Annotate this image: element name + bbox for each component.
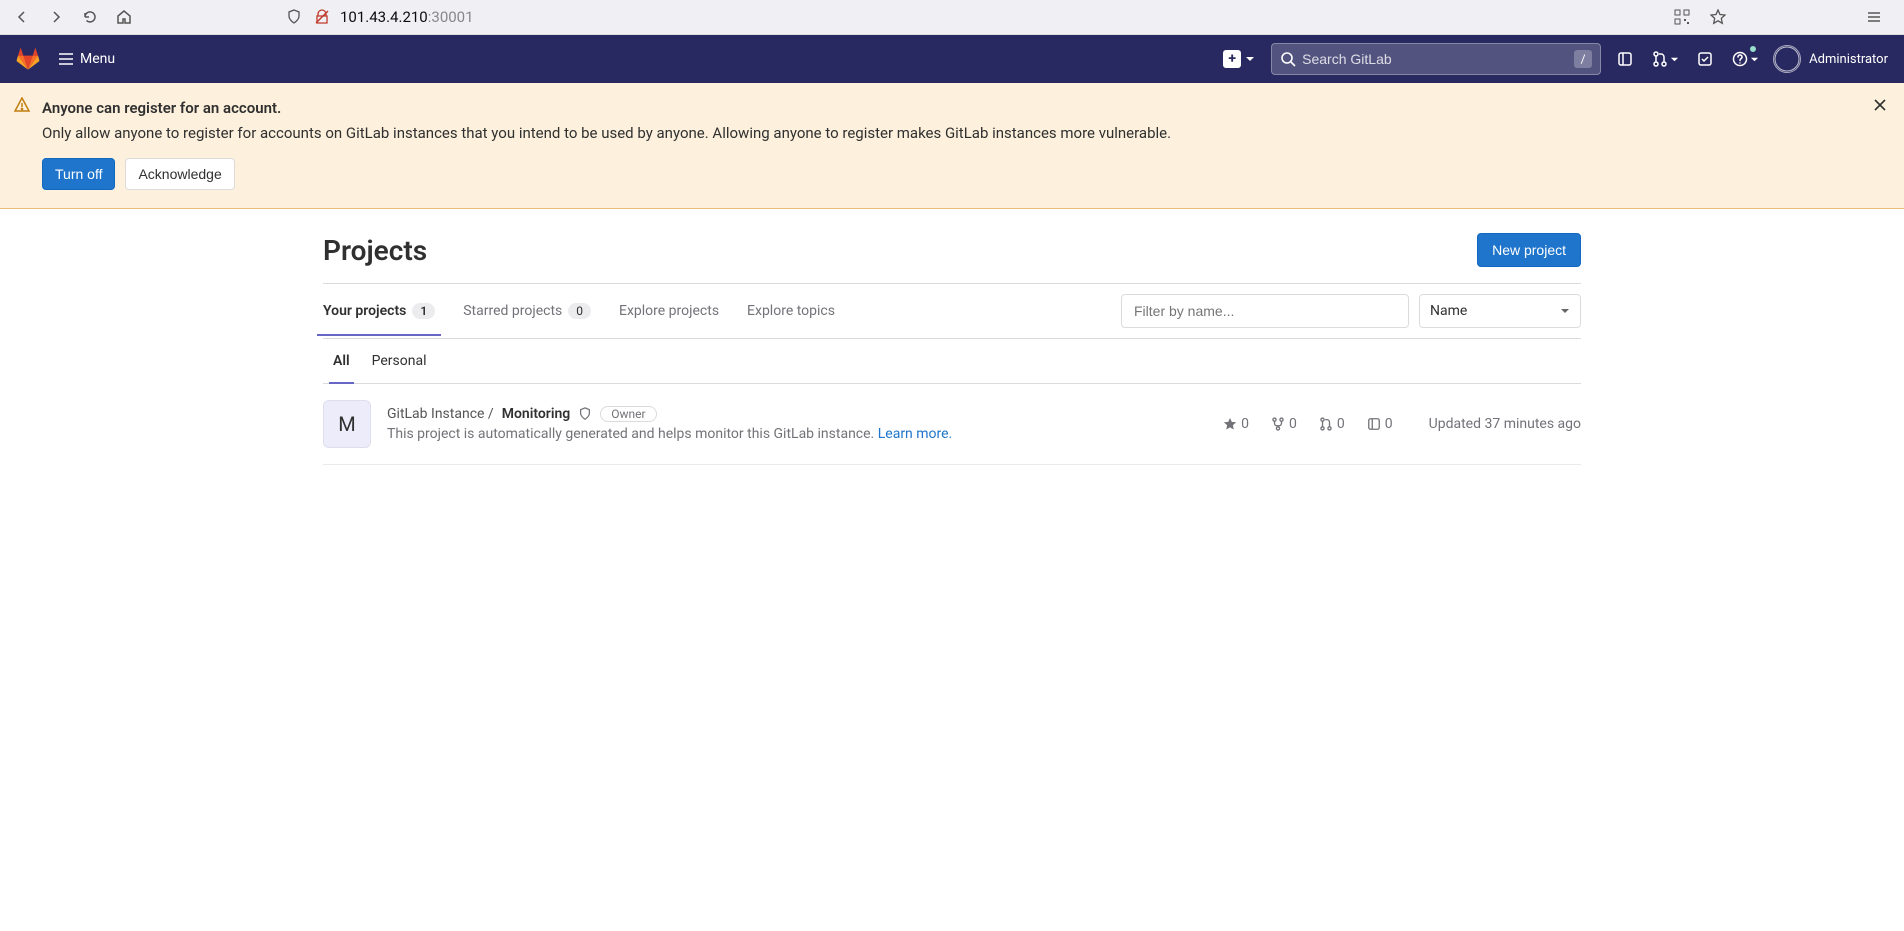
subtab-personal[interactable]: Personal	[372, 339, 427, 383]
search-input[interactable]	[1296, 51, 1574, 67]
issues-icon	[1617, 51, 1633, 67]
tab-explore-projects[interactable]: Explore projects	[619, 287, 719, 335]
chevron-down-icon	[1245, 54, 1255, 64]
tab-your-projects[interactable]: Your projects 1	[323, 287, 435, 335]
notification-dot	[1749, 45, 1757, 53]
sort-label: Name	[1430, 303, 1467, 319]
main-container: Projects New project Your projects 1 Sta…	[307, 209, 1597, 489]
help-dropdown[interactable]	[1729, 47, 1761, 71]
arrow-right-icon	[48, 9, 64, 25]
project-avatar: M	[323, 400, 371, 448]
subtab-all[interactable]: All	[333, 339, 350, 383]
project-name[interactable]: Monitoring	[502, 406, 571, 422]
merge-requests-dropdown[interactable]	[1649, 47, 1681, 71]
page-title: Projects	[323, 234, 427, 267]
stat-stars[interactable]: 0	[1223, 416, 1249, 432]
search-icon	[1280, 51, 1296, 67]
browser-home-button[interactable]	[110, 3, 138, 31]
stat-merge-requests[interactable]: 0	[1319, 416, 1345, 432]
issues-link[interactable]	[1613, 47, 1637, 71]
merge-request-icon	[1652, 51, 1668, 67]
visibility-internal-icon	[578, 407, 592, 421]
tab-count: 0	[568, 303, 591, 319]
url-bar[interactable]: 101.43.4.210:30001	[284, 7, 1662, 27]
menu-label: Menu	[80, 51, 115, 67]
reload-icon	[82, 9, 98, 25]
shield-icon	[284, 7, 304, 27]
new-project-button[interactable]: New project	[1477, 233, 1581, 267]
merge-request-icon	[1319, 417, 1333, 431]
fork-icon	[1271, 417, 1285, 431]
tab-label: Your projects	[323, 303, 406, 319]
project-stats: 0 0 0 0	[1223, 416, 1393, 432]
menu-button[interactable]: Menu	[50, 47, 123, 71]
issues-icon	[1367, 417, 1381, 431]
stat-issues[interactable]: 0	[1367, 416, 1393, 432]
projects-tabs: Your projects 1 Starred projects 0 Explo…	[323, 283, 1581, 339]
project-description: This project is automatically generated …	[387, 426, 1207, 442]
acknowledge-button[interactable]: Acknowledge	[125, 158, 234, 190]
browser-back-button[interactable]	[8, 3, 36, 31]
browser-reload-button[interactable]	[76, 3, 104, 31]
filter-input[interactable]	[1121, 294, 1409, 328]
browser-menu-icon[interactable]	[1860, 3, 1888, 31]
project-row[interactable]: M GitLab Instance / Monitoring Owner Thi…	[323, 384, 1581, 465]
help-icon	[1732, 51, 1748, 67]
hamburger-icon	[58, 51, 74, 67]
tab-label: Explore topics	[747, 303, 835, 319]
browser-forward-button[interactable]	[42, 3, 70, 31]
plus-icon: +	[1223, 50, 1241, 68]
todo-icon	[1697, 51, 1713, 67]
search-box[interactable]: /	[1271, 43, 1601, 75]
user-name[interactable]: Administrator	[1809, 52, 1888, 67]
gitlab-logo-icon[interactable]	[16, 47, 40, 71]
learn-more-link[interactable]: Learn more.	[878, 426, 953, 442]
lock-insecure-icon	[312, 7, 332, 27]
gitlab-header: Menu + / Administrator	[0, 35, 1904, 83]
alert-close-button[interactable]	[1872, 97, 1888, 113]
home-icon	[116, 9, 132, 25]
tab-starred-projects[interactable]: Starred projects 0	[463, 287, 591, 335]
project-updated: Updated 37 minutes ago	[1429, 416, 1581, 432]
chevron-down-icon	[1560, 306, 1570, 316]
tab-label: Starred projects	[463, 303, 562, 319]
browser-chrome: 101.43.4.210:30001	[0, 0, 1904, 35]
search-kbd-hint: /	[1574, 50, 1592, 68]
alert-title: Anyone can register for an account.	[42, 99, 1888, 117]
tab-count: 1	[412, 303, 435, 319]
bookmark-star-icon[interactable]	[1704, 3, 1732, 31]
owner-badge: Owner	[600, 406, 656, 422]
project-namespace[interactable]: GitLab Instance /	[387, 406, 494, 422]
qr-icon[interactable]	[1668, 3, 1696, 31]
projects-subtabs: All Personal	[323, 339, 1581, 384]
alert-body: Only allow anyone to register for accoun…	[42, 123, 1888, 144]
warning-icon	[14, 97, 30, 113]
user-avatar[interactable]	[1773, 45, 1801, 73]
stat-forks[interactable]: 0	[1271, 416, 1297, 432]
chevron-down-icon	[1670, 55, 1679, 64]
chevron-down-icon	[1750, 55, 1759, 64]
todos-link[interactable]	[1693, 47, 1717, 71]
avatar-icon	[1774, 46, 1800, 72]
close-icon	[1872, 97, 1888, 113]
url-text: 101.43.4.210:30001	[340, 8, 474, 26]
tab-explore-topics[interactable]: Explore topics	[747, 287, 835, 335]
sort-dropdown[interactable]: Name	[1419, 294, 1581, 328]
registration-alert: Anyone can register for an account. Only…	[0, 83, 1904, 209]
star-icon	[1223, 417, 1237, 431]
tab-label: Explore projects	[619, 303, 719, 319]
arrow-left-icon	[14, 9, 30, 25]
turn-off-button[interactable]: Turn off	[42, 158, 115, 190]
create-new-dropdown[interactable]: +	[1219, 46, 1259, 72]
